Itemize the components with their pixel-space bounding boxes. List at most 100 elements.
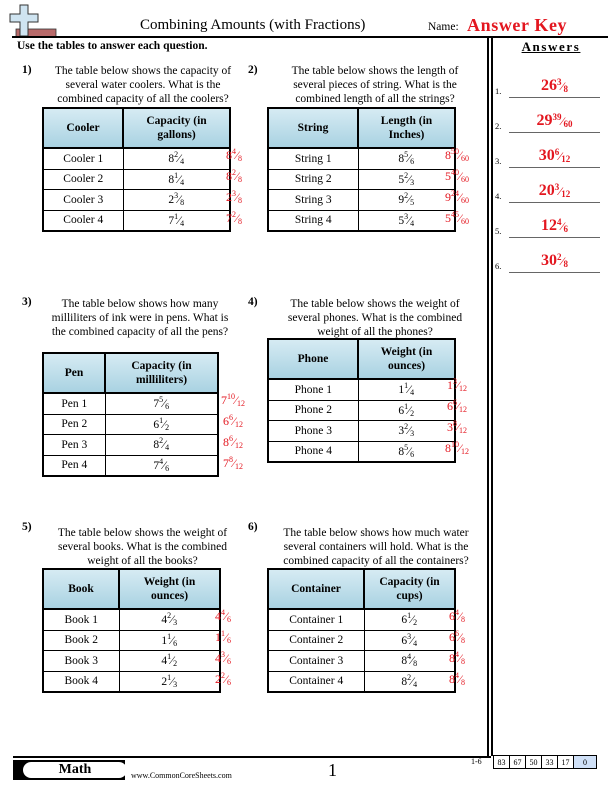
mixed-number: 84⁄8: [449, 672, 465, 687]
converted-fraction: 43⁄6: [203, 648, 243, 669]
converted-fraction: 13⁄12: [437, 375, 477, 396]
table-row: Phone 1 11⁄4: [267, 378, 456, 401]
converted-fraction: 22⁄6: [203, 669, 243, 690]
answer-row: 2. 2939⁄60: [495, 103, 610, 133]
denominator: 12: [461, 447, 469, 456]
table-row: Phone 4 85⁄6: [267, 440, 456, 463]
mixed-number: 23⁄8: [168, 192, 184, 207]
answer-line: [509, 271, 600, 273]
table-row: Phone 3 32⁄3: [267, 420, 456, 442]
converted-fraction: 545⁄60: [437, 208, 477, 229]
row-label: Book 4: [42, 670, 120, 693]
whole: 29: [536, 112, 553, 129]
denominator: 3: [410, 429, 415, 439]
denominator: 6: [563, 224, 569, 234]
row-label: Pen 3: [42, 434, 106, 456]
denominator: 4: [180, 177, 185, 187]
answer-row: 5. 124⁄6: [495, 208, 610, 238]
mixed-number: 11⁄6: [215, 630, 231, 645]
mixed-number: 75⁄6: [153, 396, 170, 412]
whole: 12: [540, 217, 557, 234]
answer-row: 1. 263⁄8: [495, 68, 610, 98]
table-row: Pen 2 61⁄2: [42, 413, 219, 435]
row-label: Book 3: [42, 650, 120, 672]
denominator: 5: [410, 198, 415, 208]
denominator: 8: [238, 217, 242, 226]
score-cell: 17: [557, 755, 574, 769]
denominator: 8: [461, 615, 465, 624]
mixed-number: 61⁄2: [398, 402, 414, 417]
mixed-number: 850⁄60: [445, 148, 469, 163]
row-label: Phone 4: [267, 440, 359, 463]
mixed-number: 13⁄12: [447, 378, 467, 393]
denominator: 6: [165, 402, 170, 412]
column-header: Cooler: [42, 107, 124, 149]
table-header-row: Phone Weight (in ounces): [267, 338, 456, 380]
score-cell: 33: [541, 755, 558, 769]
denominator: 4: [180, 157, 185, 167]
row-label: Pen 1: [42, 392, 106, 415]
row-label: Container 1: [267, 608, 365, 631]
converted-fraction: 84⁄8: [437, 648, 477, 669]
converted-fraction: 66⁄8: [437, 627, 477, 648]
mixed-number: 84⁄8: [449, 651, 465, 666]
row-label: Pen 4: [42, 454, 106, 477]
row-label: String 1: [267, 147, 359, 170]
column-header: Weight (in ounces): [118, 568, 221, 610]
denominator: 6: [165, 463, 170, 473]
answer-number: 4.: [495, 191, 502, 201]
table-row: Container 1 61⁄2: [267, 608, 456, 631]
question-number: 5): [22, 521, 32, 533]
answer-number: 3.: [495, 156, 502, 166]
row-label: Phone 1: [267, 378, 359, 401]
answer-value: 2939⁄60: [509, 112, 600, 130]
mixed-number: 22⁄6: [215, 672, 231, 687]
subject-label: Math: [23, 762, 127, 778]
site-url: www.CommonCoreSheets.com: [131, 771, 232, 780]
denominator: 60: [461, 175, 469, 184]
mixed-number: 82⁄4: [401, 673, 417, 688]
column-header: Book: [42, 568, 120, 610]
whole: 30: [540, 252, 557, 269]
mixed-number: 21⁄3: [161, 673, 177, 688]
mixed-number: 66⁄12: [223, 414, 243, 429]
answer-line: [509, 201, 600, 203]
mixed-number: 924⁄60: [445, 190, 469, 205]
table-header-row: Cooler Capacity (in gallons): [42, 107, 231, 149]
score-cell: 0: [573, 755, 597, 769]
converted-fraction: 86⁄12: [213, 432, 253, 453]
denominator: 60: [461, 154, 469, 163]
row-label: Cooler 4: [42, 209, 124, 232]
answer-row: 3. 306⁄12: [495, 138, 610, 168]
worksheet-title: Combining Amounts (with Fractions): [140, 17, 366, 33]
converted-fraction: 540⁄60: [437, 166, 477, 187]
data-table: Container Capacity (in cups) Container 1 61…: [267, 568, 456, 693]
mixed-number: 92⁄5: [398, 192, 415, 208]
denominator: 60: [461, 196, 469, 205]
denominator: 12: [235, 420, 243, 429]
table-row: Book 4 21⁄3: [42, 670, 221, 693]
denominator: 8: [461, 678, 465, 687]
plus-logo-icon: [9, 4, 57, 38]
page-number: 1: [328, 760, 337, 780]
converted-fraction: 924⁄60: [437, 187, 477, 208]
denominator: 3: [410, 177, 415, 187]
mixed-number: 71⁄4: [168, 212, 184, 227]
converted-answers: 13⁄12 66⁄12 38⁄12 810⁄12: [437, 375, 477, 459]
question-number: 4): [248, 296, 258, 308]
answer-value: 203⁄12: [509, 182, 600, 200]
instructions: Use the tables to answer each question.: [17, 40, 208, 52]
numerator: 10: [450, 440, 459, 449]
table-row: Book 3 41⁄2: [42, 650, 221, 672]
converted-fraction: 82⁄8: [214, 166, 254, 187]
row-label: String 4: [267, 209, 359, 232]
mixed-number: 81⁄4: [168, 171, 185, 187]
column-header: Capacity (in gallons): [122, 107, 231, 149]
row-label: Phone 2: [267, 399, 359, 421]
subject-badge: Math: [13, 760, 127, 780]
converted-fraction: 72⁄8: [214, 208, 254, 229]
row-label: String 3: [267, 189, 359, 211]
whole: 26: [540, 77, 557, 94]
numerator: 45: [450, 210, 459, 219]
converted-fraction: 710⁄12: [213, 390, 253, 411]
